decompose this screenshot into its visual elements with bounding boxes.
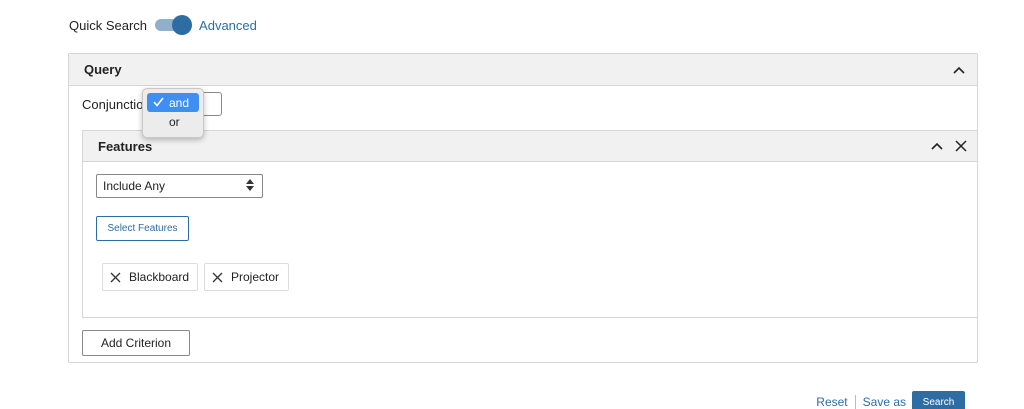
collapse-query-chevron-up-icon[interactable] [951,62,967,78]
reset-link[interactable]: Reset [816,395,847,409]
collapse-features-chevron-up-icon[interactable] [929,138,945,154]
toggle-knob [172,15,193,35]
conjunction-option-label: or [169,114,180,129]
search-actions: Reset Save as Search [816,391,965,409]
search-mode-toggle[interactable] [155,14,193,36]
quick-search-label: Quick Search [69,17,148,33]
remove-chip-close-icon[interactable] [110,272,121,283]
feature-chip-label: Projector [231,270,280,284]
conjunction-option-label: and [169,95,190,110]
features-panel-title: Features [98,138,153,154]
advanced-link[interactable]: Advanced [199,18,257,33]
conjunction-label: Conjunction [82,96,151,112]
features-header-icons [929,138,969,154]
feature-chip: Blackboard [102,263,198,291]
query-panel-title: Query [84,62,122,77]
query-panel-header: Query [69,54,977,86]
save-as-link[interactable]: Save as [863,395,906,409]
features-panel-header: Features [83,131,977,162]
feature-chip: Projector [204,263,289,291]
conjunction-row: Conjunction [82,92,222,116]
search-mode-row: Quick Search Advanced [69,14,257,36]
select-features-button[interactable]: Select Features [96,216,189,241]
conjunction-dropdown-menu: and or [142,88,204,138]
checkmark-icon [153,96,164,110]
conjunction-option-or[interactable]: or [147,112,199,131]
include-mode-select[interactable]: Include Any [96,174,263,198]
remove-features-close-icon[interactable] [953,138,969,154]
remove-chip-close-icon[interactable] [212,272,223,283]
query-panel: Query Conjunction Features Include Any S… [68,53,978,363]
features-panel: Features Include Any Select Features Bla… [82,130,978,318]
search-button[interactable]: Search [912,391,965,409]
add-criterion-button[interactable]: Add Criterion [82,330,190,356]
select-updown-arrows-icon [246,178,254,194]
conjunction-option-and[interactable]: and [147,93,199,112]
action-separator [854,395,856,409]
feature-chip-label: Blackboard [129,270,190,284]
include-mode-value: Include Any [103,179,166,193]
